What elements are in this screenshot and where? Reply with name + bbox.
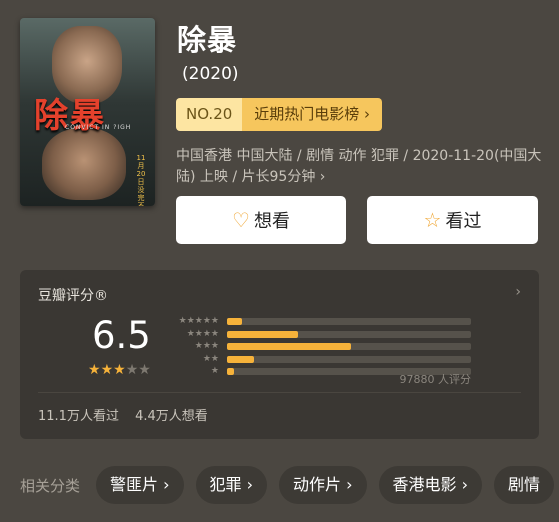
distribution-star-label: ★★ [202,353,219,364]
distribution-bar [227,318,242,325]
vote-count: 97880 人评分 [399,373,472,386]
heart-plus-icon: ♡ [232,208,250,232]
watched-label: 看过 [445,211,482,232]
star-icon: ★ [113,362,126,378]
poster-face-bottom [42,128,126,200]
star-icon: ★ [88,362,101,378]
distribution-track [227,330,471,338]
poster-subtitle-art: CONVICT IN ?IGH [65,124,132,131]
ranking-badge[interactable]: NO.20 近期热门电影榜 › [176,98,383,131]
rank-number: NO.20 [176,98,243,131]
related-categories: 相关分类 警匪片 › 犯罪 › 动作片 › 香港电影 › 剧情 [20,466,559,504]
distribution-track [227,318,471,325]
distribution-bar [227,355,254,363]
star-icon: ★ [125,362,139,378]
watch-stats: 11.1万人看过 4.4万人想看 [38,405,220,424]
distribution-star-label: ★★★★★ [178,316,219,326]
seen-count: 11.1万人看过 [38,409,119,424]
distribution-bar [227,330,298,338]
star-icon: ★ [100,362,114,378]
distribution-star-label: ★ [210,366,219,376]
movie-year: (2020) [182,64,239,84]
want-count: 4.4万人想看 [135,409,208,424]
category-chip[interactable]: 动作片 › [279,466,367,504]
chevron-right-icon[interactable]: › [515,284,521,300]
movie-title: 除暴 [177,23,238,57]
distribution-bar [227,368,235,375]
category-chip[interactable]: 警匪片 › [96,466,184,504]
movie-poster[interactable]: 除暴 CONVICT IN ?IGH 11月20日 没完不放 [20,18,155,206]
want-to-watch-label: 想看 [253,211,290,232]
distribution-star-label: ★★★★ [186,328,219,339]
rating-header: 豆瓣评分® [38,288,108,304]
movie-meta[interactable]: 中国香港 中国大陆 / 剧情 动作 犯罪 / 2020-11-20(中国大陆) … [176,146,551,188]
watched-button[interactable]: ☆ 看过 [367,196,538,244]
want-to-watch-button[interactable]: ♡ 想看 [176,196,346,244]
rating-card[interactable]: 豆瓣评分® › 6.5 ★★★★★ ★★★★★ ★★★★ ★★★ ★★ ★ 97880 … [20,270,539,439]
rating-stars: ★★★★★ [88,362,151,378]
category-chip[interactable]: 剧情 [494,466,555,504]
distribution-bar [227,343,352,350]
distribution-star-label: ★★★ [194,341,219,351]
star-outline-icon: ☆ [423,208,442,232]
category-chip[interactable]: 犯罪 › [195,466,268,504]
categories-label: 相关分类 [20,476,81,495]
poster-date-art: 11月20日 没完不放 [136,154,146,206]
star-icon: ★ [138,362,151,378]
distribution-track [227,343,471,350]
divider [38,392,521,393]
distribution-track [227,355,471,363]
rating-score: 6.5 [92,314,151,357]
rank-list-link[interactable]: 近期热门电影榜 › [242,98,383,131]
category-chip[interactable]: 香港电影 › [378,466,483,504]
